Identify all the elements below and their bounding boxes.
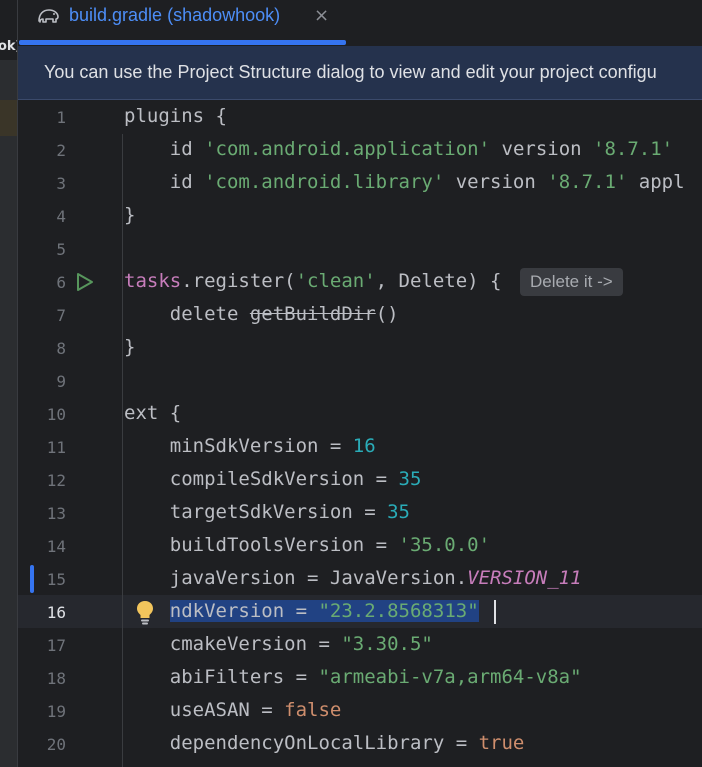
code-line[interactable]: id 'com.android.library' version '8.7.1'…: [124, 171, 685, 193]
code-line[interactable]: buildToolsVersion = '35.0.0': [124, 534, 490, 556]
active-tab-indicator: [19, 40, 346, 45]
line-number-current: 16: [46, 603, 66, 622]
inlay-hint[interactable]: Delete it ->: [520, 268, 623, 296]
line-number: 17: [46, 636, 66, 655]
line-number: 12: [46, 471, 66, 490]
code-line[interactable]: abiFilters = "armeabi-v7a,arm64-v8a": [124, 666, 582, 688]
code-line[interactable]: compileSdkVersion = 35: [124, 468, 422, 490]
code-line[interactable]: }: [124, 204, 135, 226]
code-line-current[interactable]: ndkVersion = "23.2.8568313": [124, 600, 479, 622]
line-number: 9: [56, 372, 66, 391]
selected-text[interactable]: ndkVersion = "23.2.8568313": [169, 600, 479, 622]
line-number: 2: [56, 141, 66, 160]
line-number: 20: [46, 735, 66, 754]
code-line[interactable]: dependencyOnLocalLibrary = true: [124, 732, 525, 754]
code-line[interactable]: javaVersion = JavaVersion.VERSION_11: [124, 567, 582, 589]
text-caret: [494, 600, 496, 624]
code-line[interactable]: delete getBuildDir(): [124, 303, 399, 325]
banner-message[interactable]: You can use the Project Structure dialog…: [44, 62, 657, 83]
code-line[interactable]: plugins {: [124, 105, 227, 127]
code-line[interactable]: }: [124, 336, 135, 358]
line-number: 10: [46, 405, 66, 424]
line-number: 7: [56, 306, 66, 325]
line-number: 14: [46, 537, 66, 556]
code-line[interactable]: ext {: [124, 402, 181, 424]
indent-guide: [122, 134, 123, 767]
line-number: 5: [56, 240, 66, 259]
line-number: 1: [56, 108, 66, 127]
line-number: 11: [46, 438, 66, 457]
line-number: 4: [56, 207, 66, 226]
tab-close-icon[interactable]: ×: [314, 5, 329, 26]
code-line[interactable]: id 'com.android.application' version '8.…: [124, 138, 673, 160]
tab-title[interactable]: build.gradle (shadowhook): [69, 5, 280, 26]
side-panel-selected-row[interactable]: [0, 100, 18, 136]
gradle-elephant-icon: [38, 9, 59, 23]
run-task-icon[interactable]: [75, 272, 95, 292]
code-line[interactable]: cmakeVersion = "3.30.5": [124, 633, 433, 655]
code-line[interactable]: targetSdkVersion = 35: [124, 501, 410, 523]
line-number: 6: [56, 273, 66, 292]
code-line[interactable]: useASAN = false: [124, 699, 342, 721]
line-number: 13: [46, 504, 66, 523]
line-number: 3: [56, 174, 66, 193]
line-number: 18: [46, 669, 66, 688]
code-line[interactable]: tasks.register('clean', Delete) {: [124, 270, 502, 292]
line-number: 15: [46, 570, 66, 589]
line-number: 8: [56, 339, 66, 358]
line-number: 19: [46, 702, 66, 721]
code-line[interactable]: minSdkVersion = 16: [124, 435, 376, 457]
